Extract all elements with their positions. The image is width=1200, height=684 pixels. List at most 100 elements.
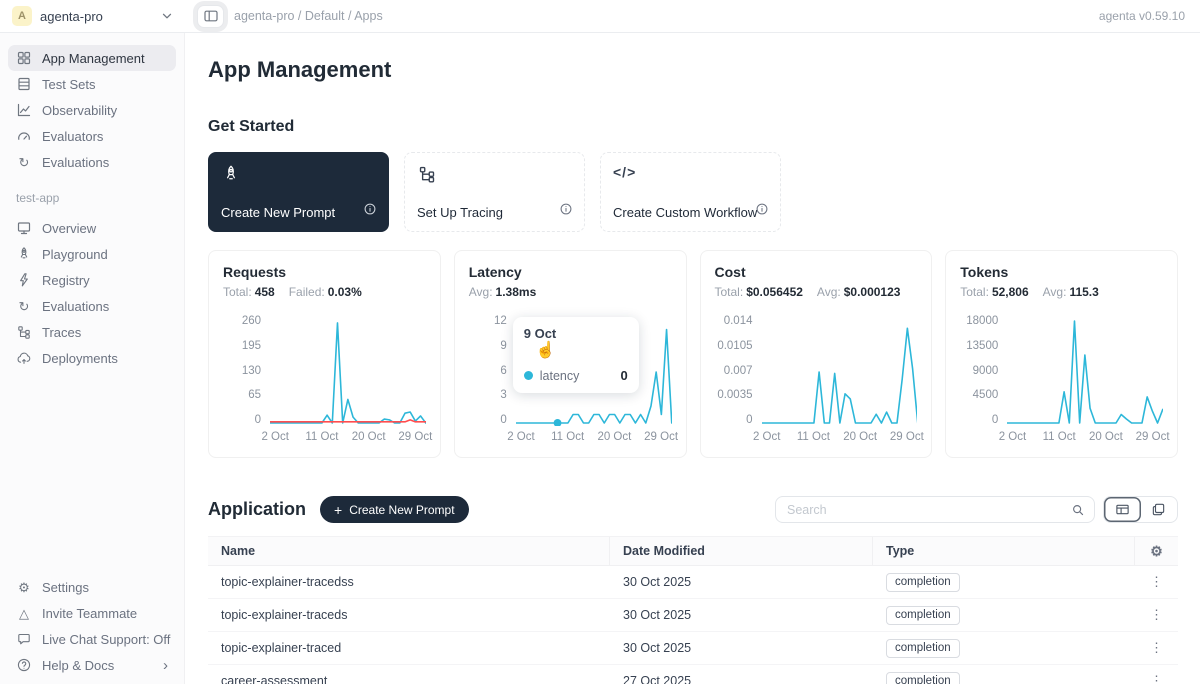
redo-icon: ↻ xyxy=(16,154,32,170)
sidebar-item-observability[interactable]: Observability xyxy=(8,97,176,123)
sidebar-item-playground[interactable]: Playground xyxy=(8,241,176,267)
app-type: completion xyxy=(873,639,1135,658)
triangle-icon: △ xyxy=(16,605,32,621)
stat-title: Requests xyxy=(223,264,426,280)
workspace-switcher[interactable]: A agenta-pro xyxy=(0,6,185,26)
workspace-avatar: A xyxy=(12,6,32,26)
tooltip-value: 0 xyxy=(621,368,628,383)
type-badge: completion xyxy=(886,606,960,625)
sidebar-item-evaluations[interactable]: ↻ Evaluations xyxy=(8,149,176,175)
app-date: 27 Oct 2025 xyxy=(610,674,873,684)
sidebar-item-invite-teammate[interactable]: △ Invite Teammate xyxy=(8,600,176,626)
chart-tooltip: 9 Oct ☝ latency 0 xyxy=(513,317,639,393)
stat-avg: Avg:$0.000123 xyxy=(817,285,901,299)
search-input[interactable] xyxy=(787,503,1071,517)
sidebar-item-label: Evaluators xyxy=(42,129,103,144)
create-new-prompt-card[interactable]: Create New Prompt xyxy=(208,152,389,232)
column-header-date-modified[interactable]: Date Modified xyxy=(610,537,873,565)
row-menu-button[interactable]: ⋮ xyxy=(1135,607,1178,623)
sidebar-item-label: Registry xyxy=(42,273,90,288)
type-badge: completion xyxy=(886,573,960,592)
row-menu-button[interactable]: ⋮ xyxy=(1135,640,1178,656)
table-view-button[interactable] xyxy=(1104,497,1141,522)
app-type: completion xyxy=(873,573,1135,592)
search-icon[interactable] xyxy=(1071,503,1085,517)
gear-icon: ⚙ xyxy=(16,579,32,595)
workspace-name: agenta-pro xyxy=(40,9,151,24)
app-name[interactable]: topic-explainer-traceds xyxy=(208,608,610,622)
row-menu-button[interactable]: ⋮ xyxy=(1135,673,1178,684)
card-view-button[interactable] xyxy=(1141,497,1178,522)
chevron-down-icon xyxy=(159,8,175,24)
card-label: Set Up Tracing xyxy=(417,205,503,220)
sidebar-item-settings[interactable]: ⚙ Settings xyxy=(8,574,176,600)
stat-avg: Avg:115.3 xyxy=(1043,285,1099,299)
app-date: 30 Oct 2025 xyxy=(610,641,873,655)
cost-stat-card: Cost Total:$0.056452 Avg:$0.000123 0.014… xyxy=(700,250,933,458)
info-icon[interactable] xyxy=(363,202,377,221)
sidebar-item-label: Traces xyxy=(42,325,81,340)
sidebar-item-label: Deployments xyxy=(42,351,118,366)
sidebar-item-evaluations-app[interactable]: ↻ Evaluations xyxy=(8,293,176,319)
requests-stat-card: Requests Total:458 Failed:0.03% 26019513… xyxy=(208,250,441,458)
table-row[interactable]: topic-explainer-traceds 30 Oct 2025 comp… xyxy=(208,599,1178,632)
tokens-stat-card: Tokens Total:52,806 Avg:115.3 1800013500… xyxy=(945,250,1178,458)
stat-failed: Failed:0.03% xyxy=(289,285,362,299)
redo-icon: ↻ xyxy=(16,298,32,314)
rocket-icon xyxy=(16,246,32,262)
column-header-name[interactable]: Name xyxy=(208,537,610,565)
page-title: App Management xyxy=(208,56,1178,84)
sidebar-item-test-sets[interactable]: Test Sets xyxy=(8,71,176,97)
stat-total: Total:458 xyxy=(223,285,275,299)
gear-icon: ⚙ xyxy=(1150,543,1163,560)
sidebar-item-evaluators[interactable]: Evaluators xyxy=(8,123,176,149)
view-toggle xyxy=(1103,496,1178,523)
sidebar-item-traces[interactable]: Traces xyxy=(8,319,176,345)
stats-row: Requests Total:458 Failed:0.03% 26019513… xyxy=(208,250,1178,458)
row-menu-button[interactable]: ⋮ xyxy=(1135,574,1178,590)
sidebar-item-help-docs[interactable]: Help & Docs › xyxy=(8,652,176,678)
panel-left-icon xyxy=(203,8,219,24)
create-custom-workflow-card[interactable]: </> Create Custom Workflow xyxy=(600,152,781,232)
app-name[interactable]: topic-explainer-traced xyxy=(208,641,610,655)
info-icon[interactable] xyxy=(755,202,769,221)
card-label: Create New Prompt xyxy=(221,205,335,220)
sidebar-item-label: App Management xyxy=(42,51,145,66)
rocket-icon xyxy=(221,171,241,188)
set-up-tracing-card[interactable]: Set Up Tracing xyxy=(404,152,585,232)
column-header-type[interactable]: Type xyxy=(873,537,1135,565)
requests-chart: 2601951306502 Oct11 Oct20 Oct29 Oct xyxy=(223,314,426,446)
sidebar-item-overview[interactable]: Overview xyxy=(8,215,176,241)
sidebar-item-deployments[interactable]: Deployments xyxy=(8,345,176,371)
sidebar-item-label: Test Sets xyxy=(42,77,95,92)
bolt-icon xyxy=(16,272,32,288)
create-new-prompt-button[interactable]: + Create New Prompt xyxy=(320,496,469,523)
table-row[interactable]: topic-explainer-tracedss 30 Oct 2025 com… xyxy=(208,566,1178,599)
table-header: Name Date Modified Type ⚙ xyxy=(208,537,1178,566)
tokens-chart: 18000135009000450002 Oct11 Oct20 Oct29 O… xyxy=(960,314,1163,446)
column-settings[interactable]: ⚙ xyxy=(1135,537,1178,565)
app-type: completion xyxy=(873,672,1135,684)
sidebar-item-registry[interactable]: Registry xyxy=(8,267,176,293)
sidebar-collapse-button[interactable] xyxy=(197,5,224,28)
table-view-icon xyxy=(1115,502,1130,517)
card-view-icon xyxy=(1151,502,1166,517)
app-name[interactable]: career-assessment xyxy=(208,674,610,684)
app-type: completion xyxy=(873,606,1135,625)
info-icon[interactable] xyxy=(559,202,573,221)
applications-table: Name Date Modified Type ⚙ topic-explaine… xyxy=(208,536,1178,684)
search-box[interactable] xyxy=(775,496,1095,523)
sidebar-item-live-chat[interactable]: Live Chat Support: Off xyxy=(8,626,176,652)
table-row[interactable]: topic-explainer-traced 30 Oct 2025 compl… xyxy=(208,632,1178,665)
sidebar-item-label: Observability xyxy=(42,103,117,118)
code-icon: </> xyxy=(613,164,636,180)
breadcrumb[interactable]: agenta-pro / Default / Apps xyxy=(234,9,383,23)
sidebar-footer: ⚙ Settings △ Invite Teammate Live Chat S… xyxy=(8,574,176,678)
type-badge: completion xyxy=(886,639,960,658)
get-started-heading: Get Started xyxy=(208,118,1178,136)
table-row[interactable]: career-assessment 27 Oct 2025 completion… xyxy=(208,665,1178,684)
sidebar-item-app-management[interactable]: App Management xyxy=(8,45,176,71)
app-name[interactable]: topic-explainer-tracedss xyxy=(208,575,610,589)
monitor-icon xyxy=(16,220,32,236)
app-date: 30 Oct 2025 xyxy=(610,575,873,589)
